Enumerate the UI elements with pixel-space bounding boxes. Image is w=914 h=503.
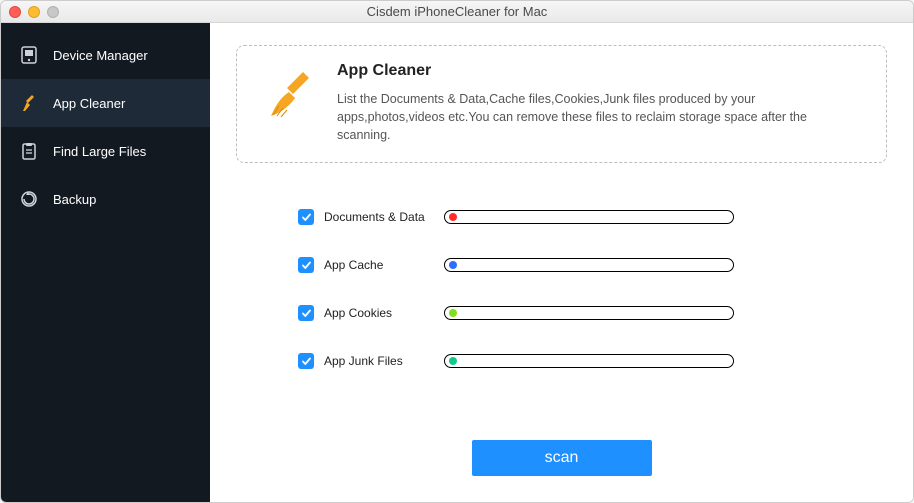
spacer — [236, 369, 887, 440]
category-row-documents-data: Documents & Data — [298, 209, 887, 225]
sidebar-item-backup[interactable]: Backup — [1, 175, 210, 223]
progress-bar-app-cache — [444, 258, 734, 272]
checkbox-documents-data[interactable] — [298, 209, 314, 225]
checkbox-app-cache[interactable] — [298, 257, 314, 273]
sidebar-item-app-cleaner[interactable]: App Cleaner — [1, 79, 210, 127]
maximize-window-button — [47, 6, 59, 18]
sidebar-item-find-large-files[interactable]: Find Large Files — [1, 127, 210, 175]
info-description: List the Documents & Data,Cache files,Co… — [337, 90, 862, 144]
app-window: Cisdem iPhoneCleaner for Mac Device Mana… — [0, 0, 914, 503]
checkbox-app-junk-files[interactable] — [298, 353, 314, 369]
backup-icon — [19, 189, 39, 209]
info-heading: App Cleaner — [337, 62, 862, 80]
category-label: App Cookies — [324, 306, 444, 320]
window-body: Device Manager App Cleaner Find Large Fi… — [1, 23, 913, 502]
sidebar-item-label: App Cleaner — [53, 96, 125, 111]
broom-large-icon — [263, 66, 319, 122]
category-row-app-junk-files: App Junk Files — [298, 353, 887, 369]
category-label: Documents & Data — [324, 210, 444, 224]
window-controls — [9, 6, 59, 18]
progress-bar-app-junk-files — [444, 354, 734, 368]
clipboard-icon — [19, 141, 39, 161]
close-window-button[interactable] — [9, 6, 21, 18]
category-list: Documents & Data App Cache — [236, 209, 887, 369]
category-label: App Junk Files — [324, 354, 444, 368]
progress-bar-app-cookies — [444, 306, 734, 320]
info-text: App Cleaner List the Documents & Data,Ca… — [337, 62, 862, 144]
info-panel: App Cleaner List the Documents & Data,Ca… — [236, 45, 887, 163]
sidebar-item-label: Backup — [53, 192, 96, 207]
progress-dot — [449, 261, 457, 269]
progress-dot — [449, 357, 457, 365]
checkbox-app-cookies[interactable] — [298, 305, 314, 321]
progress-dot — [449, 213, 457, 221]
category-row-app-cache: App Cache — [298, 257, 887, 273]
scan-button[interactable]: scan — [472, 440, 652, 476]
device-icon — [19, 45, 39, 65]
category-row-app-cookies: App Cookies — [298, 305, 887, 321]
minimize-window-button[interactable] — [28, 6, 40, 18]
sidebar-item-label: Find Large Files — [53, 144, 146, 159]
window-title: Cisdem iPhoneCleaner for Mac — [1, 4, 913, 19]
category-label: App Cache — [324, 258, 444, 272]
titlebar: Cisdem iPhoneCleaner for Mac — [1, 1, 913, 23]
progress-bar-documents-data — [444, 210, 734, 224]
sidebar: Device Manager App Cleaner Find Large Fi… — [1, 23, 210, 502]
main-content: App Cleaner List the Documents & Data,Ca… — [210, 23, 913, 502]
progress-dot — [449, 309, 457, 317]
sidebar-item-label: Device Manager — [53, 48, 148, 63]
sidebar-item-device-manager[interactable]: Device Manager — [1, 31, 210, 79]
broom-icon — [19, 93, 39, 113]
